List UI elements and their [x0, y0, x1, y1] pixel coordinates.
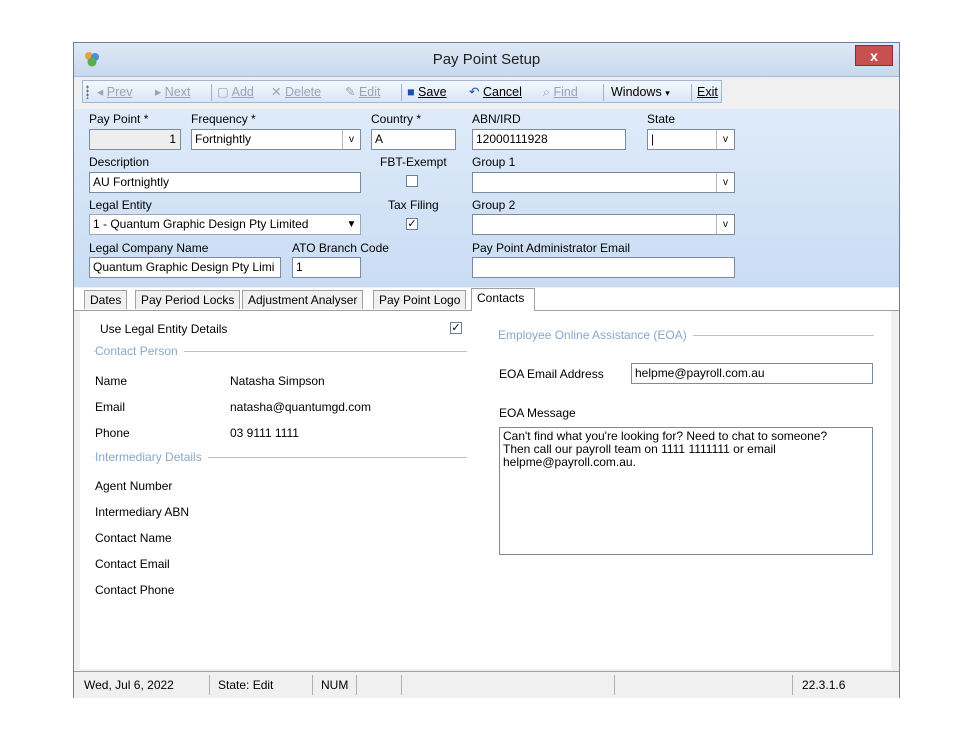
contact-name-label: Contact Name — [95, 531, 172, 545]
undo-icon: ↶ — [469, 85, 480, 99]
eoa-group-title: Employee Online Assistance (EOA) — [498, 328, 693, 342]
contact-person-group-title: Contact Person — [95, 344, 184, 358]
email-value: natasha@quantumgd.com — [230, 400, 371, 414]
email-label: Email — [95, 400, 126, 414]
use-legal-entity-checkbox[interactable]: ✓ — [450, 322, 462, 334]
intermediary-group-title: Intermediary Details — [95, 450, 208, 464]
tab-pay-period-locks[interactable]: Pay Period Locks — [135, 290, 241, 309]
next-button[interactable]: ▸ Next — [155, 84, 190, 100]
add-button[interactable]: ▢ Add — [217, 84, 254, 100]
country-field[interactable]: A — [371, 129, 456, 150]
tab-dates[interactable]: Dates — [84, 290, 128, 309]
group2-label: Group 2 — [472, 198, 516, 212]
country-label: Country * — [371, 112, 422, 126]
chevron-down-icon: ▼ — [343, 215, 360, 234]
status-date: Wed, Jul 6, 2022 — [84, 678, 174, 692]
ato-branch-label: ATO Branch Code — [292, 241, 389, 255]
eoa-email-label: EOA Email Address — [499, 367, 604, 381]
toolbar: ◂ Prev ▸ Next ▢ Add ✕ Delete ✎ Edit ■ Sa… — [82, 80, 722, 103]
chevron-down-icon: v — [716, 173, 734, 192]
admin-email-field[interactable] — [472, 257, 735, 278]
windows-menu[interactable]: Windows ▾ — [611, 84, 670, 100]
header-panel: Pay Point * 1 Frequency * Fortnightly v C… — [74, 109, 899, 287]
fbt-exempt-checkbox[interactable] — [406, 175, 418, 187]
search-icon: ⌕ — [543, 85, 551, 99]
chevron-down-icon: v — [716, 130, 734, 149]
window-title: Pay Point Setup — [432, 51, 541, 68]
save-button[interactable]: ■ Save — [407, 84, 447, 100]
tab-contacts[interactable]: Contacts — [471, 288, 535, 311]
legal-entity-label: Legal Entity — [89, 198, 152, 212]
find-button[interactable]: ⌕ Find — [543, 84, 578, 100]
eoa-email-field[interactable]: helpme@payroll.com.au — [631, 363, 873, 384]
abn-field[interactable]: 12000111928 — [472, 129, 626, 150]
pay-point-setup-window: Pay Point Setup x ◂ Prev ▸ Next ▢ Add ✕ … — [73, 42, 900, 698]
eoa-message-label: EOA Message — [499, 406, 576, 420]
contact-email-label: Contact Email — [95, 557, 170, 571]
chevron-down-icon: v — [716, 215, 734, 234]
name-value: Natasha Simpson — [230, 374, 325, 388]
fbt-exempt-label: FBT-Exempt — [380, 155, 447, 169]
arrow-right-icon: ▸ — [155, 85, 162, 99]
contacts-panel: Use Legal Entity Details ✓ Contact Perso… — [80, 311, 891, 669]
frequency-select[interactable]: Fortnightly v — [191, 129, 361, 150]
prev-button[interactable]: ◂ Prev — [97, 84, 132, 100]
legal-company-label: Legal Company Name — [89, 241, 209, 255]
group1-label: Group 1 — [472, 155, 516, 169]
contact-phone-label: Contact Phone — [95, 583, 175, 597]
save-icon: ■ — [407, 85, 415, 99]
abn-label: ABN/IRD — [472, 112, 521, 126]
use-legal-entity-label: Use Legal Entity Details — [100, 322, 228, 336]
pay-point-field: 1 — [89, 129, 181, 150]
phone-value: 03 9111 1111 — [230, 426, 299, 440]
phone-label: Phone — [95, 426, 130, 440]
tax-filing-label: Tax Filing — [388, 198, 439, 212]
group1-select[interactable]: v — [472, 172, 735, 193]
status-bar: Wed, Jul 6, 2022 State: Edit NUM 22.3.1.… — [74, 671, 899, 698]
tab-pay-point-logo[interactable]: Pay Point Logo — [373, 290, 467, 309]
delete-icon: ✕ — [271, 85, 282, 99]
agent-number-label: Agent Number — [95, 479, 173, 493]
description-label: Description — [89, 155, 150, 169]
cancel-button[interactable]: ↶ Cancel — [469, 84, 522, 100]
legal-company-field[interactable]: Quantum Graphic Design Pty Limi — [89, 257, 281, 278]
description-field[interactable]: AU Fortnightly — [89, 172, 361, 193]
arrow-left-icon: ◂ — [97, 85, 104, 99]
tab-adjustment-analyser[interactable]: Adjustment Analyser — [242, 290, 364, 309]
edit-icon: ✎ — [345, 85, 356, 99]
toolbar-grip[interactable] — [86, 85, 89, 99]
exit-button[interactable]: Exit — [697, 84, 718, 100]
tax-filing-checkbox[interactable]: ✓ — [406, 218, 418, 230]
status-version: 22.3.1.6 — [802, 678, 846, 692]
chevron-down-icon: v — [342, 130, 360, 149]
state-label: State — [647, 112, 676, 126]
intermediary-abn-label: Intermediary ABN — [95, 505, 190, 519]
state-select[interactable]: | v — [647, 129, 735, 150]
chevron-down-icon: ▾ — [665, 88, 670, 98]
title-bar: Pay Point Setup x — [74, 43, 899, 77]
legal-entity-select[interactable]: 1 - Quantum Graphic Design Pty Limited ▼ — [89, 214, 361, 235]
group2-select[interactable]: v — [472, 214, 735, 235]
delete-button[interactable]: ✕ Delete — [271, 84, 321, 100]
status-state: State: Edit — [218, 678, 274, 692]
admin-email-label: Pay Point Administrator Email — [472, 241, 631, 255]
add-icon: ▢ — [217, 85, 229, 99]
pay-point-label: Pay Point * — [89, 112, 149, 126]
name-label: Name — [95, 374, 128, 388]
close-button[interactable]: x — [855, 45, 893, 66]
tab-strip: Dates Pay Period Locks Adjustment Analys… — [74, 288, 899, 311]
frequency-label: Frequency * — [191, 112, 256, 126]
eoa-message-textarea[interactable]: Can't find what you're looking for? Need… — [499, 427, 873, 555]
edit-button[interactable]: ✎ Edit — [345, 84, 381, 100]
status-num: NUM — [321, 678, 349, 692]
ato-branch-field[interactable]: 1 — [292, 257, 361, 278]
